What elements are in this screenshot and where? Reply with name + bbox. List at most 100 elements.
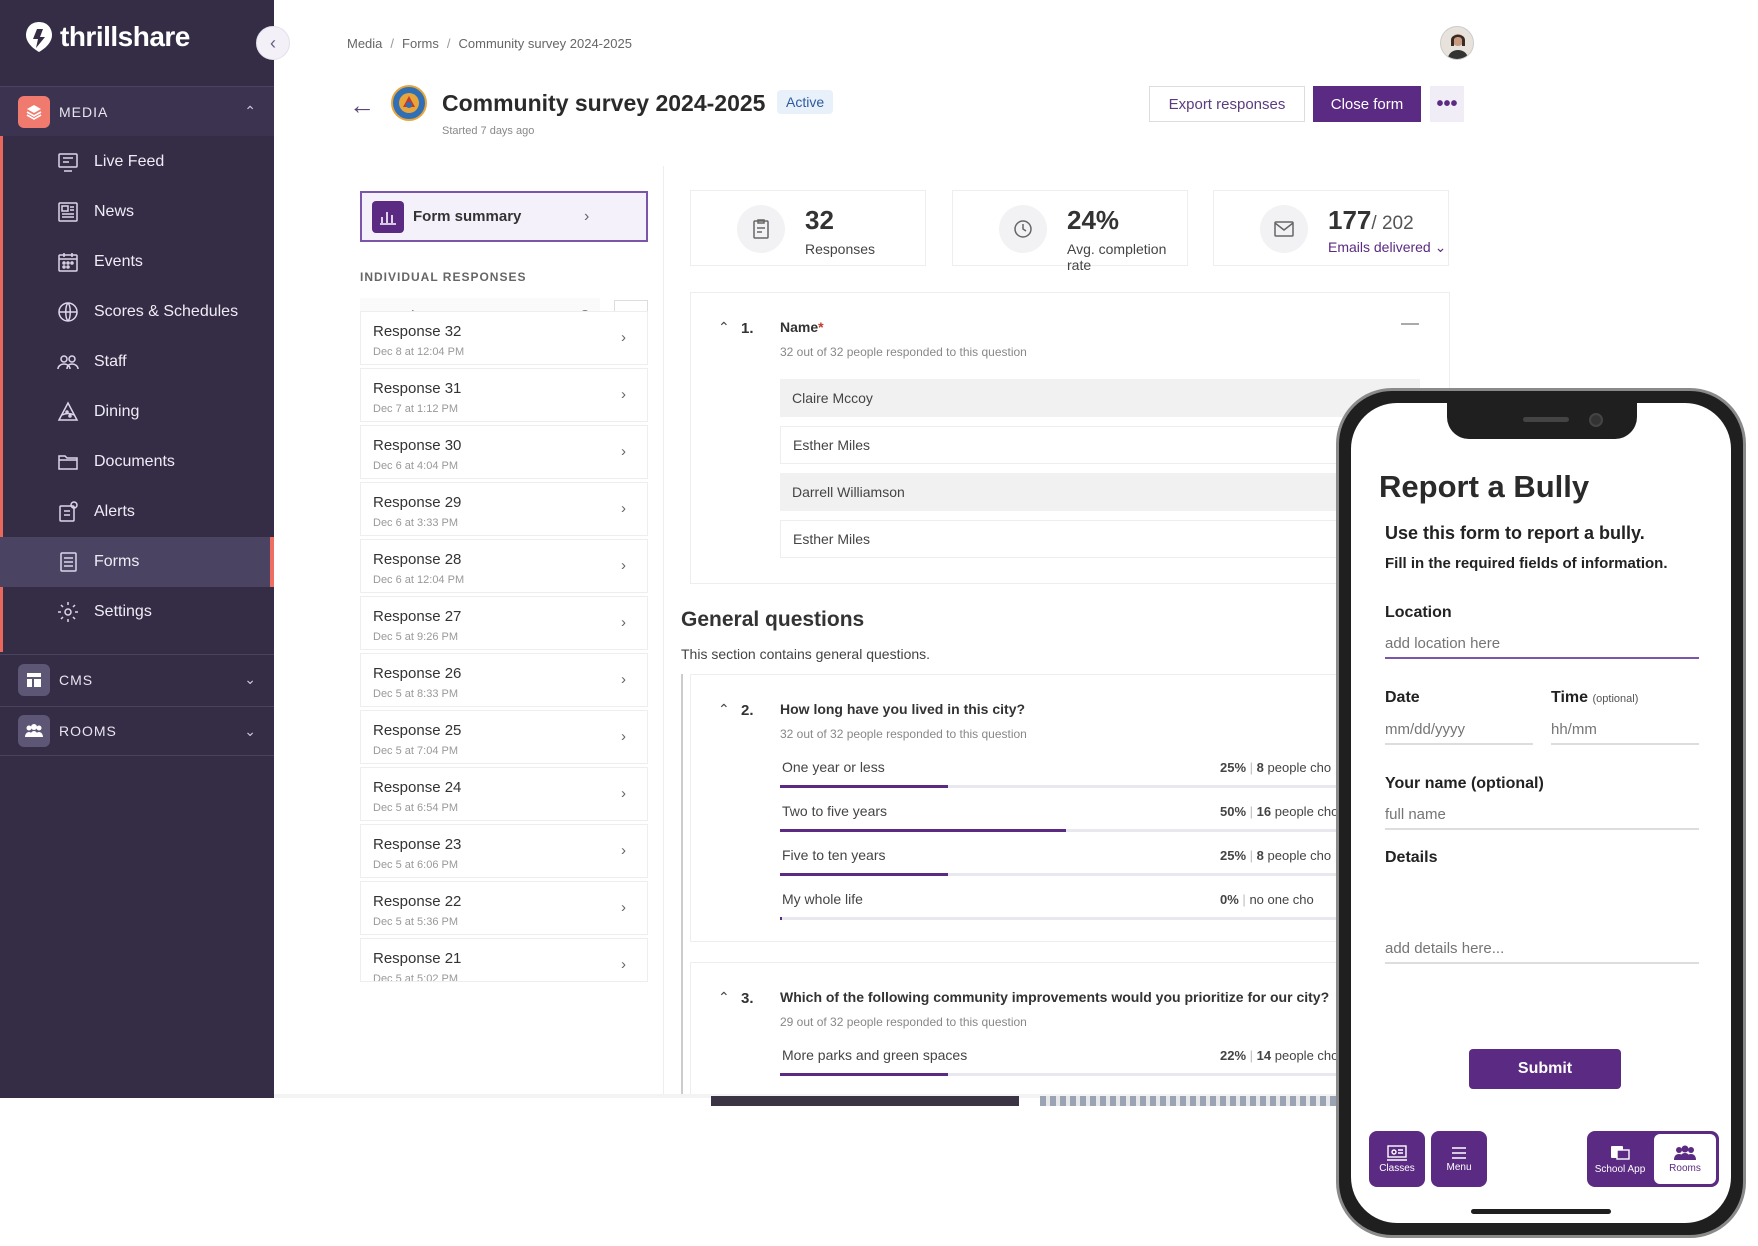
chevron-down-icon: ⌄: [244, 722, 256, 739]
sidebar-item-scores-schedules[interactable]: Scores & Schedules: [0, 287, 274, 337]
option-count: 14: [1256, 1048, 1272, 1063]
tab-classes[interactable]: Classes: [1369, 1131, 1425, 1187]
location-field[interactable]: [1385, 629, 1699, 659]
more-options-button[interactable]: •••: [1430, 86, 1464, 122]
breadcrumb-separator: /: [446, 36, 451, 51]
sidebar-section-media[interactable]: MEDIA ⌃: [0, 86, 274, 136]
progress-fill: [780, 917, 782, 920]
response-row[interactable]: Response 30 Dec 6 at 4:04 PM ›: [360, 425, 648, 479]
option-percent: 25%: [1220, 760, 1247, 775]
brand-logo[interactable]: thrillshare: [24, 20, 190, 54]
emails-delivered-dropdown[interactable]: Emails delivered ⌄: [1328, 239, 1446, 256]
tab-label: Classes: [1379, 1162, 1415, 1174]
sidebar-item-label: Scores & Schedules: [94, 303, 239, 320]
sidebar-item-events[interactable]: Events: [0, 237, 274, 287]
sidebar-item-alerts[interactable]: Alerts: [0, 487, 274, 537]
name-field[interactable]: [1385, 800, 1699, 830]
mail-icon: [1260, 205, 1308, 253]
drag-handle-icon[interactable]: [1401, 323, 1419, 325]
chevron-right-icon: ›: [621, 956, 626, 973]
option-stat: 0% | no one cho: [1220, 892, 1314, 907]
response-row[interactable]: Response 23 Dec 5 at 6:06 PM ›: [360, 824, 648, 878]
response-date: Dec 5 at 9:26 PM: [373, 631, 458, 643]
hamburger-menu-icon: [1452, 1146, 1466, 1159]
chevron-right-icon: ›: [621, 842, 626, 859]
details-field[interactable]: [1385, 934, 1699, 964]
tab-menu[interactable]: Menu: [1431, 1131, 1487, 1187]
bar-chart-icon: [372, 200, 404, 233]
export-responses-button[interactable]: Export responses: [1149, 86, 1305, 122]
sidebar-item-dining[interactable]: Dining: [0, 387, 274, 437]
live-feed-icon: [58, 153, 78, 172]
collapse-sidebar-button[interactable]: ‹: [256, 26, 290, 60]
sidebar-section-cms[interactable]: CMS ⌄: [0, 654, 274, 704]
time-field[interactable]: [1551, 715, 1699, 745]
response-title: Response 28: [373, 551, 462, 568]
chevron-up-icon[interactable]: ⌃: [718, 701, 730, 718]
time-label-text: Time: [1551, 689, 1589, 706]
question-number: 2.: [741, 702, 754, 719]
breadcrumb-item-current: Community survey 2024-2025: [458, 36, 632, 51]
sidebar-item-news[interactable]: News: [0, 187, 274, 237]
option-label: My whole life: [782, 891, 863, 907]
progress-fill: [780, 873, 948, 876]
progress-track: [780, 1073, 1340, 1076]
sidebar-item-label: Dining: [94, 403, 140, 420]
breadcrumb-item-forms[interactable]: Forms: [402, 36, 439, 51]
response-row[interactable]: Response 21 Dec 5 at 5:02 PM ›: [360, 938, 648, 982]
response-title: Response 26: [373, 665, 462, 682]
question-response-count: 29 out of 32 people responded to this qu…: [780, 1015, 1027, 1029]
response-date: Dec 5 at 7:04 PM: [373, 745, 458, 757]
school-app-icon: [1611, 1145, 1630, 1160]
response-row[interactable]: Response 24 Dec 5 at 6:54 PM ›: [360, 767, 648, 821]
date-field[interactable]: [1385, 715, 1533, 745]
close-form-button[interactable]: Close form: [1313, 86, 1421, 122]
name-label: Your name (optional): [1385, 775, 1544, 792]
forms-icon: [60, 552, 77, 572]
gear-icon: [58, 602, 78, 622]
chevron-up-icon[interactable]: ⌃: [718, 989, 730, 1006]
chevron-right-icon: ›: [621, 614, 626, 631]
response-row[interactable]: Response 25 Dec 5 at 7:04 PM ›: [360, 710, 648, 764]
response-row[interactable]: Response 28 Dec 6 at 12:04 PM ›: [360, 539, 648, 593]
response-title: Response 27: [373, 608, 462, 625]
tab-school-app[interactable]: School App: [1589, 1131, 1651, 1187]
sidebar-section-rooms[interactable]: ROOMS ⌄: [0, 706, 274, 756]
chevron-up-icon[interactable]: ⌃: [718, 319, 730, 336]
response-row[interactable]: Response 27 Dec 5 at 9:26 PM ›: [360, 596, 648, 650]
sidebar-item-staff[interactable]: Staff: [0, 337, 274, 387]
user-avatar[interactable]: [1440, 26, 1474, 60]
response-row[interactable]: Response 22 Dec 5 at 5:36 PM ›: [360, 881, 648, 935]
phone-screen: Report a Bully Use this form to report a…: [1351, 403, 1731, 1223]
tab-label: Menu: [1446, 1161, 1472, 1173]
answer-row: Esther Miles: [780, 520, 1420, 558]
response-row[interactable]: Response 26 Dec 5 at 8:33 PM ›: [360, 653, 648, 707]
media-icon: [18, 95, 50, 128]
sidebar-item-live-feed[interactable]: Live Feed: [0, 137, 274, 187]
sidebar-item-settings[interactable]: Settings: [0, 587, 274, 637]
breadcrumb-item-media[interactable]: Media: [347, 36, 382, 51]
back-arrow-icon[interactable]: ←: [349, 90, 375, 121]
sidebar-item-forms[interactable]: Forms: [0, 537, 274, 587]
response-row[interactable]: Response 29 Dec 6 at 3:33 PM ›: [360, 482, 648, 536]
option-percent: 22%: [1220, 1048, 1247, 1063]
stat-value: 24%: [1067, 205, 1120, 235]
brand-name: thrillshare: [60, 21, 190, 52]
answer-row: Darrell Williamson: [780, 473, 1420, 511]
stat-card-completion: 24% Avg. completion rate: [952, 190, 1188, 273]
stat-value: 32: [805, 205, 834, 235]
form-summary-button[interactable]: Form summary ›: [360, 191, 648, 242]
response-title: Response 32: [373, 323, 462, 340]
progress-track: [780, 785, 1340, 788]
globe-icon: [58, 302, 78, 322]
sidebar-item-documents[interactable]: Documents: [0, 437, 274, 487]
calendar-icon: [58, 253, 78, 272]
news-icon: [58, 202, 78, 222]
report-form-title: Report a Bully: [1379, 469, 1590, 504]
tab-rooms[interactable]: Rooms: [1654, 1134, 1716, 1184]
response-row[interactable]: Response 31 Dec 7 at 1:12 PM ›: [360, 368, 648, 422]
avatar-image: [1441, 27, 1473, 59]
submit-button[interactable]: Submit: [1469, 1049, 1621, 1089]
option-count: 16: [1256, 804, 1272, 819]
response-row[interactable]: Response 32 Dec 8 at 12:04 PM ›: [360, 311, 648, 365]
